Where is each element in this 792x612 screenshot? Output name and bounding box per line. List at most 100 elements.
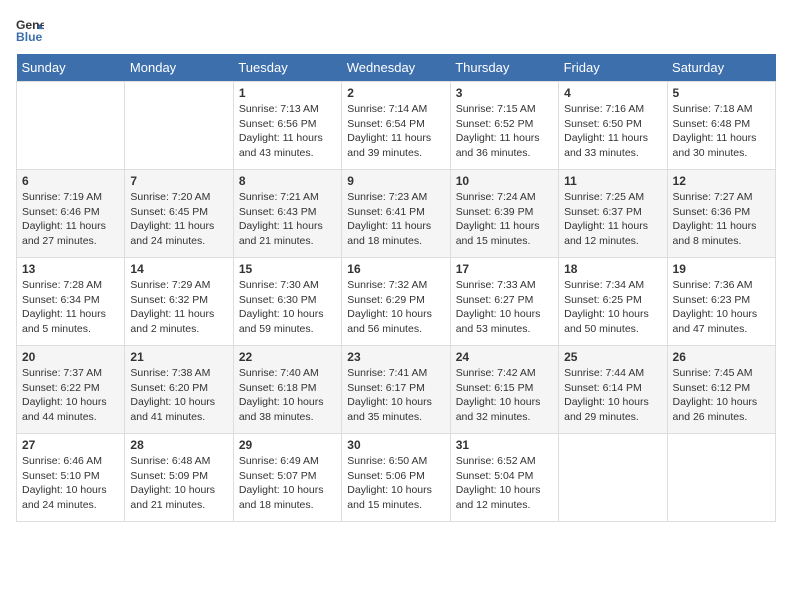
day-number: 19 (673, 262, 770, 276)
calendar-cell: 25 Sunrise: 7:44 AM Sunset: 6:14 PM Dayli… (559, 346, 667, 434)
header-row: SundayMondayTuesdayWednesdayThursdayFrid… (17, 54, 776, 82)
day-number: 12 (673, 174, 770, 188)
day-header-friday: Friday (559, 54, 667, 82)
week-row-1: 1Sunrise: 7:13 AM Sunset: 6:56 PM Daylig… (17, 82, 776, 170)
calendar-cell: 30 Sunrise: 6:50 AM Sunset: 5:06 PM Dayli… (342, 434, 450, 522)
day-info: Sunrise: 7:29 AM Sunset: 6:32 PM Dayligh… (130, 278, 227, 337)
day-info: Sunrise: 7:18 AM Sunset: 6:48 PM Dayligh… (673, 102, 770, 161)
calendar-cell: 15 Sunrise: 7:30 AM Sunset: 6:30 PM Dayli… (233, 258, 341, 346)
day-number: 3 (456, 86, 553, 100)
day-info: Sunrise: 7:30 AM Sunset: 6:30 PM Dayligh… (239, 278, 336, 337)
calendar-cell: 10 Sunrise: 7:24 AM Sunset: 6:39 PM Dayli… (450, 170, 558, 258)
logo: General Blue (16, 16, 44, 44)
calendar-cell: 4 Sunrise: 7:16 AM Sunset: 6:50 PM Daylig… (559, 82, 667, 170)
day-info: Sunrise: 7:34 AM Sunset: 6:25 PM Dayligh… (564, 278, 661, 337)
calendar-cell: 5 Sunrise: 7:18 AM Sunset: 6:48 PM Daylig… (667, 82, 775, 170)
calendar-cell: 29 Sunrise: 6:49 AM Sunset: 5:07 PM Dayli… (233, 434, 341, 522)
day-number: 15 (239, 262, 336, 276)
day-number: 25 (564, 350, 661, 364)
day-number: 27 (22, 438, 119, 452)
day-header-tuesday: Tuesday (233, 54, 341, 82)
day-info: Sunrise: 7:38 AM Sunset: 6:20 PM Dayligh… (130, 366, 227, 425)
day-number: 26 (673, 350, 770, 364)
day-number: 31 (456, 438, 553, 452)
page-header: General Blue (16, 16, 776, 44)
day-number: 20 (22, 350, 119, 364)
calendar-cell: 24Sunrise: 7:42 AM Sunset: 6:15 PM Dayli… (450, 346, 558, 434)
day-info: Sunrise: 7:20 AM Sunset: 6:45 PM Dayligh… (130, 190, 227, 249)
day-number: 8 (239, 174, 336, 188)
day-number: 5 (673, 86, 770, 100)
day-header-sunday: Sunday (17, 54, 125, 82)
calendar-cell (559, 434, 667, 522)
calendar-table: SundayMondayTuesdayWednesdayThursdayFrid… (16, 54, 776, 522)
week-row-5: 27 Sunrise: 6:46 AM Sunset: 5:10 PM Dayli… (17, 434, 776, 522)
day-info: Sunrise: 7:27 AM Sunset: 6:36 PM Dayligh… (673, 190, 770, 249)
day-number: 9 (347, 174, 444, 188)
day-number: 17 (456, 262, 553, 276)
day-info: Sunrise: 7:28 AM Sunset: 6:34 PM Dayligh… (22, 278, 119, 337)
calendar-cell: 3Sunrise: 7:15 AM Sunset: 6:52 PM Daylig… (450, 82, 558, 170)
day-number: 18 (564, 262, 661, 276)
day-header-wednesday: Wednesday (342, 54, 450, 82)
day-info: Sunrise: 7:40 AM Sunset: 6:18 PM Dayligh… (239, 366, 336, 425)
day-info: Sunrise: 7:32 AM Sunset: 6:29 PM Dayligh… (347, 278, 444, 337)
day-number: 2 (347, 86, 444, 100)
day-number: 30 (347, 438, 444, 452)
calendar-cell: 2 Sunrise: 7:14 AM Sunset: 6:54 PM Daylig… (342, 82, 450, 170)
week-row-4: 20 Sunrise: 7:37 AM Sunset: 6:22 PM Dayli… (17, 346, 776, 434)
day-header-saturday: Saturday (667, 54, 775, 82)
calendar-cell: 7 Sunrise: 7:20 AM Sunset: 6:45 PM Daylig… (125, 170, 233, 258)
calendar-cell: 16Sunrise: 7:32 AM Sunset: 6:29 PM Dayli… (342, 258, 450, 346)
calendar-cell: 21 Sunrise: 7:38 AM Sunset: 6:20 PM Dayli… (125, 346, 233, 434)
day-info: Sunrise: 7:33 AM Sunset: 6:27 PM Dayligh… (456, 278, 553, 337)
day-info: Sunrise: 7:16 AM Sunset: 6:50 PM Dayligh… (564, 102, 661, 161)
week-row-3: 13 Sunrise: 7:28 AM Sunset: 6:34 PM Dayli… (17, 258, 776, 346)
calendar-cell: 20 Sunrise: 7:37 AM Sunset: 6:22 PM Dayli… (17, 346, 125, 434)
calendar-cell: 27 Sunrise: 6:46 AM Sunset: 5:10 PM Dayli… (17, 434, 125, 522)
calendar-cell: 13 Sunrise: 7:28 AM Sunset: 6:34 PM Dayli… (17, 258, 125, 346)
day-number: 22 (239, 350, 336, 364)
day-info: Sunrise: 7:23 AM Sunset: 6:41 PM Dayligh… (347, 190, 444, 249)
day-header-thursday: Thursday (450, 54, 558, 82)
calendar-cell: 1Sunrise: 7:13 AM Sunset: 6:56 PM Daylig… (233, 82, 341, 170)
day-info: Sunrise: 7:37 AM Sunset: 6:22 PM Dayligh… (22, 366, 119, 425)
day-number: 14 (130, 262, 227, 276)
day-number: 13 (22, 262, 119, 276)
day-info: Sunrise: 7:45 AM Sunset: 6:12 PM Dayligh… (673, 366, 770, 425)
calendar-cell: 28Sunrise: 6:48 AM Sunset: 5:09 PM Dayli… (125, 434, 233, 522)
calendar-cell: 14 Sunrise: 7:29 AM Sunset: 6:32 PM Dayli… (125, 258, 233, 346)
day-number: 1 (239, 86, 336, 100)
calendar-cell: 18 Sunrise: 7:34 AM Sunset: 6:25 PM Dayli… (559, 258, 667, 346)
day-info: Sunrise: 6:50 AM Sunset: 5:06 PM Dayligh… (347, 454, 444, 513)
calendar-cell: 12 Sunrise: 7:27 AM Sunset: 6:36 PM Dayli… (667, 170, 775, 258)
day-info: Sunrise: 7:44 AM Sunset: 6:14 PM Dayligh… (564, 366, 661, 425)
calendar-cell (125, 82, 233, 170)
calendar-cell: 31Sunrise: 6:52 AM Sunset: 5:04 PM Dayli… (450, 434, 558, 522)
week-row-2: 6Sunrise: 7:19 AM Sunset: 6:46 PM Daylig… (17, 170, 776, 258)
calendar-cell: 11Sunrise: 7:25 AM Sunset: 6:37 PM Dayli… (559, 170, 667, 258)
calendar-cell: 22 Sunrise: 7:40 AM Sunset: 6:18 PM Dayli… (233, 346, 341, 434)
day-number: 21 (130, 350, 227, 364)
day-info: Sunrise: 6:46 AM Sunset: 5:10 PM Dayligh… (22, 454, 119, 513)
calendar-cell: 9 Sunrise: 7:23 AM Sunset: 6:41 PM Daylig… (342, 170, 450, 258)
svg-text:Blue: Blue (16, 30, 43, 44)
day-info: Sunrise: 7:41 AM Sunset: 6:17 PM Dayligh… (347, 366, 444, 425)
day-header-monday: Monday (125, 54, 233, 82)
calendar-cell: 19Sunrise: 7:36 AM Sunset: 6:23 PM Dayli… (667, 258, 775, 346)
day-number: 23 (347, 350, 444, 364)
day-info: Sunrise: 7:24 AM Sunset: 6:39 PM Dayligh… (456, 190, 553, 249)
day-info: Sunrise: 7:21 AM Sunset: 6:43 PM Dayligh… (239, 190, 336, 249)
day-info: Sunrise: 6:49 AM Sunset: 5:07 PM Dayligh… (239, 454, 336, 513)
day-number: 29 (239, 438, 336, 452)
calendar-cell: 17 Sunrise: 7:33 AM Sunset: 6:27 PM Dayli… (450, 258, 558, 346)
day-number: 4 (564, 86, 661, 100)
day-number: 10 (456, 174, 553, 188)
calendar-cell: 6Sunrise: 7:19 AM Sunset: 6:46 PM Daylig… (17, 170, 125, 258)
day-info: Sunrise: 7:14 AM Sunset: 6:54 PM Dayligh… (347, 102, 444, 161)
day-info: Sunrise: 7:42 AM Sunset: 6:15 PM Dayligh… (456, 366, 553, 425)
calendar-cell (667, 434, 775, 522)
day-number: 6 (22, 174, 119, 188)
day-number: 28 (130, 438, 227, 452)
day-number: 7 (130, 174, 227, 188)
